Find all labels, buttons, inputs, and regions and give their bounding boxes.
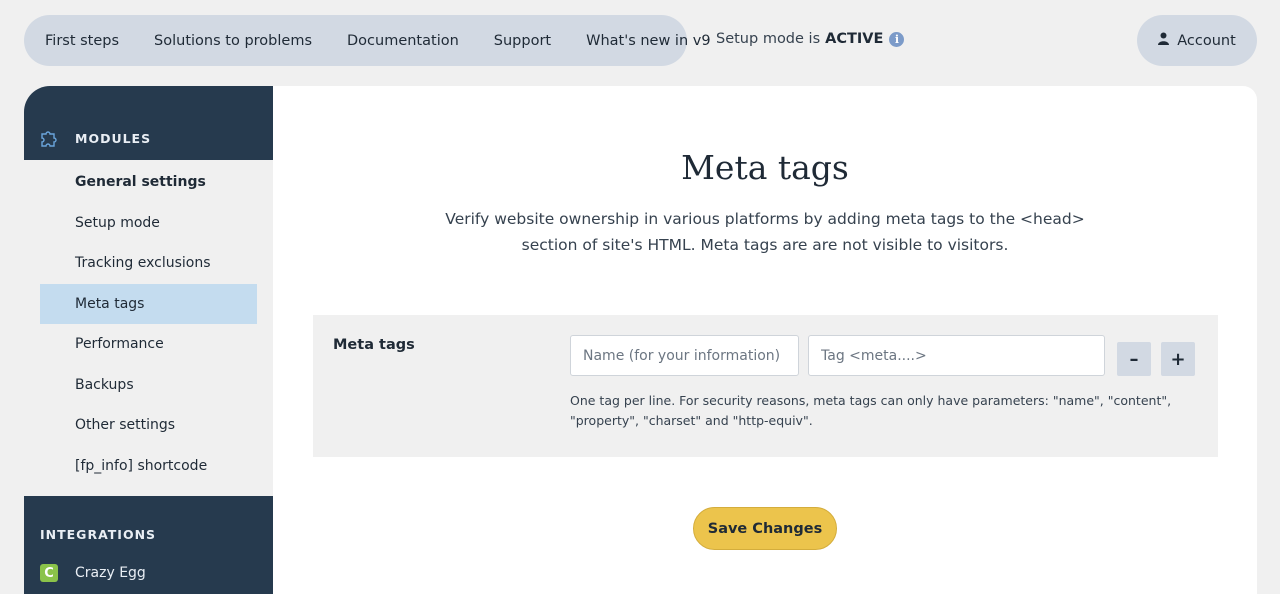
remove-row-button[interactable]: – [1117,342,1151,376]
nav-documentation[interactable]: Documentation [347,33,459,49]
modules-heading: MODULES [75,130,152,146]
main-panel: Meta tags Verify website ownership in va… [273,86,1257,594]
puzzle-icon [40,128,60,148]
modules-header: MODULES [24,86,273,160]
sidebar-item-tracking-exclusions[interactable]: Tracking exclusions [40,243,257,284]
nav-support[interactable]: Support [494,33,551,49]
integrations-heading: INTEGRATIONS [40,527,157,542]
nav-first-steps[interactable]: First steps [45,33,119,49]
sidebar-item-performance[interactable]: Performance [40,324,257,365]
account-label: Account [1177,32,1236,49]
page-title: Meta tags [681,148,849,187]
setup-mode-prefix: Setup mode is [716,31,821,47]
sidebar-item-crazy-egg[interactable]: C Crazy Egg [40,564,146,582]
nav-solutions[interactable]: Solutions to problems [154,33,312,49]
crazy-egg-icon: C [40,564,58,582]
meta-tag-input[interactable] [808,335,1105,376]
sidebar-item-other-settings[interactable]: Other settings [40,405,257,446]
modules-list: General settings Setup mode Tracking exc… [24,160,273,486]
user-icon [1158,32,1170,49]
setup-mode-status: Setup mode is ACTIVE i [716,31,905,47]
sidebar-item-setup-mode[interactable]: Setup mode [40,203,257,244]
sidebar-item-meta-tags[interactable]: Meta tags [40,283,257,324]
add-row-button[interactable]: + [1161,342,1195,376]
integrations-section: INTEGRATIONS C Crazy Egg [24,496,273,594]
top-nav: First steps Solutions to problems Docume… [24,15,711,66]
sidebar-item-label: Crazy Egg [75,565,146,581]
setup-mode-value: ACTIVE [825,31,884,47]
sidebar-item-backups[interactable]: Backups [40,365,257,406]
meta-tags-help-text: One tag per line. For security reasons, … [570,393,1172,428]
meta-name-input[interactable] [570,335,799,376]
account-button[interactable]: Account [1137,15,1257,66]
page-description: Verify website ownership in various plat… [445,210,1085,254]
meta-tags-settings: Meta tags – + One tag per line. For secu… [313,315,1218,457]
sidebar-item-general-settings[interactable]: General settings [40,162,257,203]
meta-tags-field-label: Meta tags [333,337,415,353]
sidebar: MODULES General settings Setup mode Trac… [24,86,273,594]
info-icon[interactable]: i [889,31,905,47]
save-changes-button[interactable]: Save Changes [693,507,837,550]
nav-whats-new[interactable]: What's new in v9 [586,33,710,49]
sidebar-item-fp-info-shortcode[interactable]: [fp_info] shortcode [40,446,257,487]
